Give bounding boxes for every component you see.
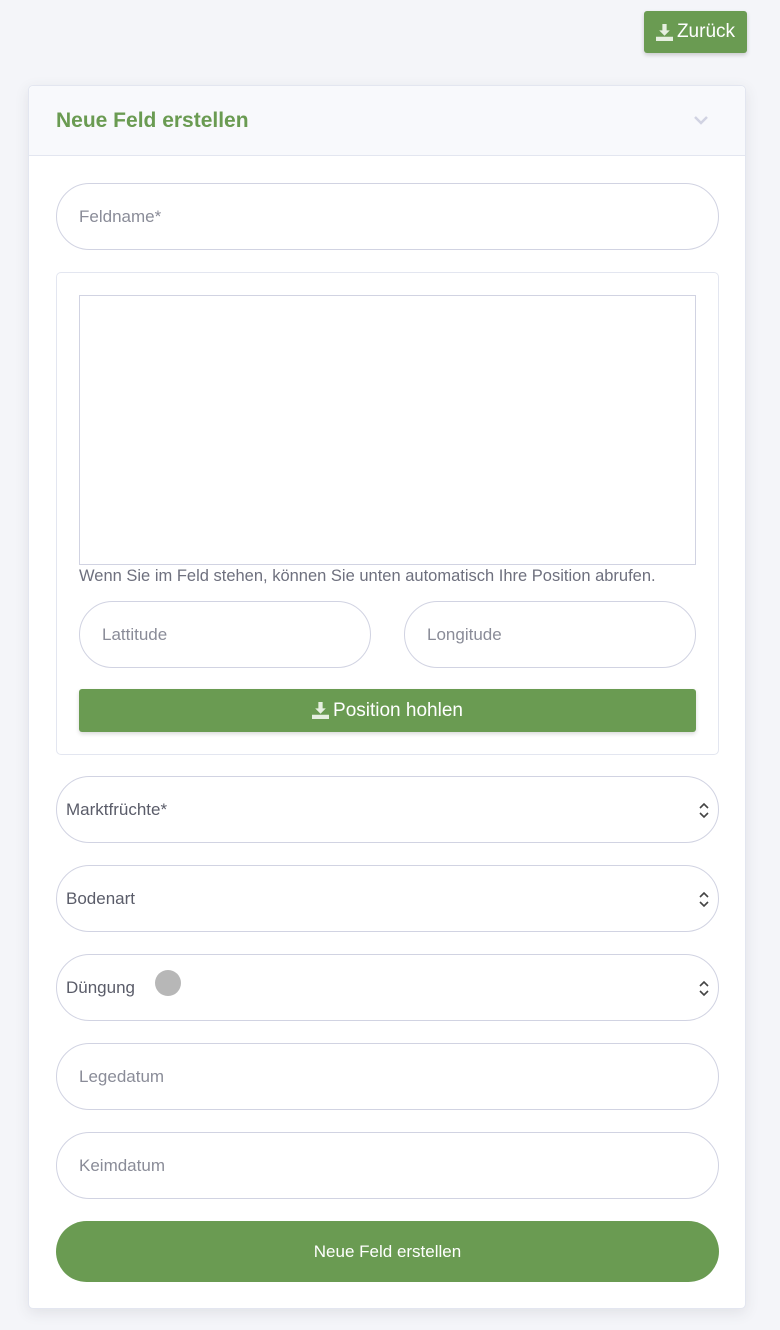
card-header[interactable]: Neue Feld erstellen — [29, 86, 745, 156]
select-caret-icon — [699, 891, 709, 908]
download-icon — [312, 702, 330, 719]
back-button-label: Zurück — [676, 21, 736, 42]
bodenart-select[interactable]: Bodenart — [56, 865, 719, 932]
touch-indicator — [155, 970, 181, 996]
back-button[interactable]: Zurück — [644, 11, 747, 53]
map-hint: Wenn Sie im Feld stehen, können Sie unte… — [79, 567, 656, 585]
legedatum-input[interactable] — [56, 1043, 719, 1110]
get-position-button[interactable]: Position hohlen — [79, 689, 696, 732]
feldname-input[interactable] — [56, 183, 719, 250]
download-icon — [655, 23, 673, 41]
duengung-value: Düngung — [66, 977, 136, 997]
select-caret-icon — [699, 980, 709, 997]
longitude-input[interactable] — [404, 601, 696, 668]
get-position-label: Position hohlen — [333, 699, 463, 721]
chevron-down-icon[interactable] — [693, 112, 709, 128]
bodenart-value: Bodenart — [66, 888, 135, 908]
duengung-select[interactable]: Düngung — [56, 954, 719, 1021]
marktfruechte-select[interactable]: Marktfrüchte* — [56, 776, 719, 843]
marktfruechte-value: Marktfrüchte* — [66, 799, 168, 819]
location-box: Wenn Sie im Feld stehen, können Sie unte… — [56, 272, 719, 755]
create-field-submit-button[interactable]: Neue Feld erstellen — [56, 1221, 719, 1282]
latitude-input[interactable] — [79, 601, 371, 668]
map-area[interactable] — [79, 295, 696, 565]
select-caret-icon — [699, 802, 709, 819]
card-title: Neue Feld erstellen — [56, 108, 249, 132]
keimdatum-input[interactable] — [56, 1132, 719, 1199]
create-field-card: Neue Feld erstellen Wenn Sie im Feld ste… — [28, 85, 746, 1309]
